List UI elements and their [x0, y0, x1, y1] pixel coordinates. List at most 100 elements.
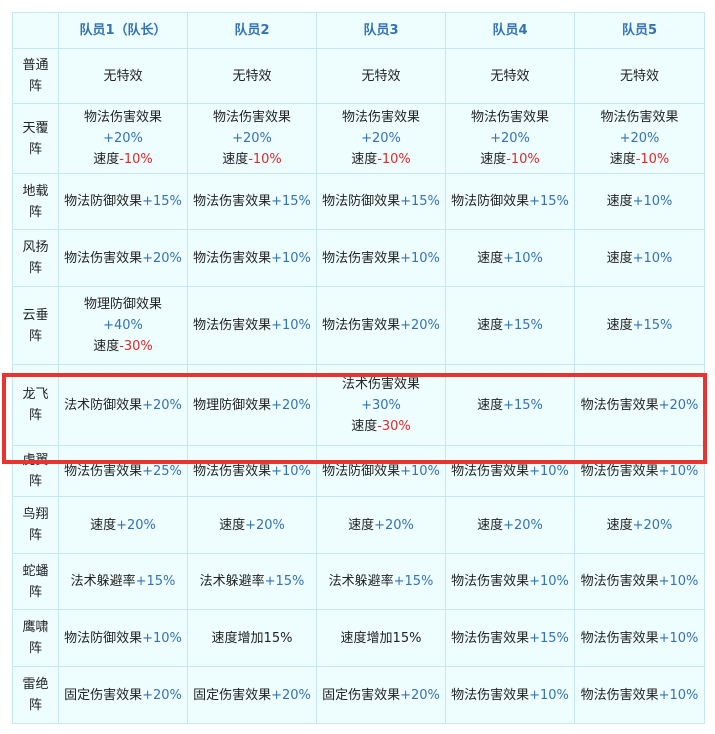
effect-cell: 无特效: [445, 48, 575, 104]
formation-name: 蛇蟠阵: [12, 553, 59, 610]
effect-line: +20%: [61, 128, 185, 149]
penalty-value: -10%: [119, 152, 153, 167]
effect-line: 物法伤害效果+20%: [577, 395, 702, 416]
column-header: 队员2: [187, 12, 317, 49]
effect-cell: 固定伤害效果+20%: [187, 666, 317, 724]
effect-cell: 物法伤害效果+20%: [574, 364, 705, 446]
formation-name-line: 阵: [28, 79, 42, 94]
effect-line: 无特效: [448, 66, 572, 87]
formation-name-line: 风扬: [22, 240, 49, 255]
effect-line: 法术躲避率+15%: [319, 571, 443, 592]
effect-text: 速度增加15%: [211, 630, 293, 646]
effect-text: 速度增加15%: [340, 630, 422, 646]
effect-cell: 物法伤害效果+20%: [58, 229, 188, 287]
bonus-value: +15%: [529, 194, 569, 209]
formation-name-line: 鹰啸: [22, 620, 49, 635]
effect-text: 固定伤害效果: [193, 687, 272, 703]
effect-line: 速度+10%: [448, 248, 572, 269]
effect-line: 物法伤害效果+10%: [190, 315, 314, 336]
formation-name: 天覆阵: [12, 103, 59, 174]
formation-name-line: 阵: [28, 328, 42, 344]
effect-cell: 物法防御效果+15%: [316, 173, 446, 230]
table-row: 云垂阵物理防御效果 +40% 速度-30% 物法伤害效果+10% 物法伤害效果+20% 速…: [12, 286, 705, 365]
effect-line: 法术躲避率+15%: [61, 571, 185, 592]
effect-text: 物法伤害效果: [580, 397, 659, 413]
effect-line: 物法防御效果+10%: [319, 461, 443, 482]
effect-cell: 无特效: [316, 48, 446, 104]
effect-cell: 法术伤害效果 +30% 速度-30%: [316, 364, 446, 446]
effect-line: 速度-10%: [61, 149, 185, 170]
effect-line: +40%: [61, 315, 185, 336]
effect-line: 无特效: [319, 66, 443, 87]
effect-text: 物法伤害效果: [83, 110, 162, 125]
effect-line: 速度+10%: [577, 248, 702, 269]
formation-name: 地载阵: [12, 173, 59, 230]
effect-cell: 物法伤害效果 +20% 速度-10%: [187, 103, 317, 174]
effect-text: 无特效: [490, 68, 530, 84]
formation-name-line: 阵: [28, 698, 42, 713]
effect-line: 速度+15%: [448, 315, 572, 336]
bonus-value: +20%: [271, 687, 311, 703]
effect-text: 物法伤害效果: [470, 110, 549, 125]
table-row: 雷绝阵固定伤害效果+20% 固定伤害效果+20% 固定伤害效果+20% 物法伤害效果+…: [12, 666, 705, 724]
effect-line: 法术躲避率+15%: [190, 571, 314, 592]
effect-line: +20%: [448, 128, 572, 149]
effect-text: 无特效: [232, 68, 272, 84]
effect-line: 物法伤害效果: [319, 107, 443, 128]
effect-text: 物法伤害效果: [64, 250, 143, 266]
effect-line: 物法伤害效果+15%: [190, 191, 314, 212]
effect-cell: 固定伤害效果+20%: [316, 666, 446, 724]
effect-text: 速度: [606, 517, 633, 533]
effect-line: 速度-10%: [190, 149, 314, 170]
effect-line: 物法伤害效果: [61, 107, 185, 128]
bonus-value: +10%: [400, 463, 440, 479]
effect-line: 物法伤害效果+10%: [577, 628, 702, 649]
column-header: 队员4: [445, 12, 575, 49]
effect-line: 速度+20%: [61, 515, 185, 536]
effect-line: 无特效: [577, 66, 702, 87]
table-row: 蛇蟠阵法术躲避率+15% 法术躲避率+15% 法术躲避率+15% 物法伤害效果+10%…: [12, 553, 705, 610]
effect-cell: 速度+10%: [574, 229, 705, 287]
effect-cell: 物法伤害效果+10%: [187, 286, 317, 365]
effect-text: 速度: [93, 152, 120, 167]
bonus-value: +15%: [400, 194, 440, 209]
bonus-value: +10%: [632, 250, 673, 266]
effect-line: 速度+10%: [577, 191, 702, 212]
formation-name: 普通阵: [12, 48, 59, 104]
effect-line: 法术防御效果+20%: [61, 395, 185, 416]
effect-text: 物法防御效果: [64, 194, 143, 209]
bonus-value: +15%: [135, 574, 176, 589]
formation-name: 鹰啸阵: [12, 609, 59, 667]
table-row: 鹰啸阵物法防御效果+10% 速度增加15% 速度增加15% 物法伤害效果+15% 物法伤…: [12, 609, 705, 667]
effect-text: 无特效: [361, 68, 401, 84]
effect-line: 物法伤害效果+20%: [319, 315, 443, 336]
formation-name: 鸟翔阵: [12, 496, 59, 554]
effect-text: 物法伤害效果: [193, 318, 272, 333]
effect-line: +30%: [319, 395, 443, 416]
bonus-value: +15%: [142, 194, 182, 209]
effect-text: 法术躲避率: [70, 574, 136, 589]
formation-name-line: 鸟翔: [22, 507, 49, 522]
formation-name-line: 虎翼: [22, 453, 49, 468]
effect-text: 法术躲避率: [199, 574, 265, 589]
effect-text: 无特效: [103, 68, 143, 84]
effect-text: 速度: [606, 194, 633, 209]
column-header: 队员5: [574, 12, 705, 49]
formation-name-line: 龙飞: [22, 387, 49, 402]
bonus-value: +40%: [103, 318, 143, 333]
effect-line: 速度-10%: [448, 149, 572, 170]
bonus-value: +10%: [632, 194, 673, 209]
effect-text: 物法伤害效果: [451, 463, 530, 479]
effect-line: 物法伤害效果+25%: [61, 461, 185, 482]
bonus-value: +10%: [503, 250, 543, 266]
effect-line: 速度+20%: [319, 515, 443, 536]
effect-cell: 物法伤害效果+15%: [187, 173, 317, 230]
effect-line: 物法伤害效果+10%: [577, 571, 702, 592]
effect-cell: 物法伤害效果+10%: [187, 445, 317, 497]
effect-line: 速度-30%: [319, 416, 443, 437]
effect-cell: 物法伤害效果+10%: [574, 445, 705, 497]
formation-name-line: 天覆: [22, 120, 49, 136]
effect-text: 物法防御效果: [322, 194, 401, 209]
formation-table: 队员1（队长） 队员2 队员3 队员4 队员5 普通阵 无特效 无特效 无特效 无特效 无…: [12, 12, 705, 724]
effect-text: 物法伤害效果: [193, 194, 272, 209]
